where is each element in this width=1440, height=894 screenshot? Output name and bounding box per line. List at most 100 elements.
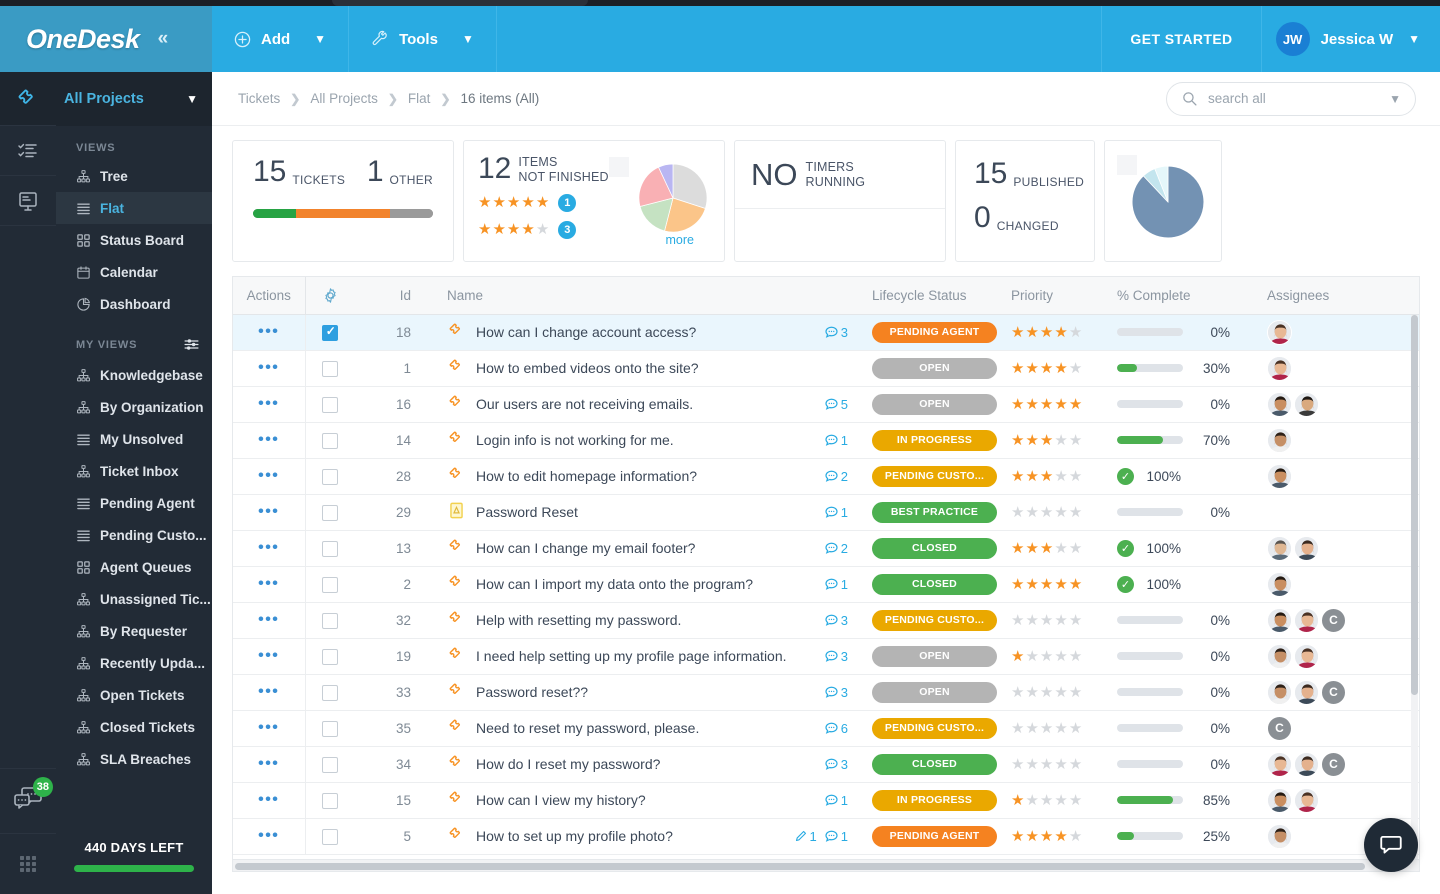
star-icon[interactable]: ★ xyxy=(1040,577,1053,592)
sidebar-item-calendar[interactable]: Calendar xyxy=(56,256,212,288)
column-header-actions[interactable]: Actions xyxy=(233,277,306,315)
sidebar-item-tree[interactable]: Tree xyxy=(56,160,212,192)
star-icon[interactable]: ★ xyxy=(1011,829,1024,844)
sidebar-item-open-tickets[interactable]: Open Tickets xyxy=(56,679,212,711)
comment-count[interactable]: 5 xyxy=(824,397,848,412)
row-checkbox[interactable] xyxy=(322,324,339,341)
breadcrumb-item[interactable]: Flat xyxy=(408,91,431,106)
status-badge[interactable]: CLOSED xyxy=(872,537,997,559)
column-header-priority[interactable]: Priority xyxy=(1001,277,1109,315)
star-icon[interactable]: ★ xyxy=(1011,469,1024,484)
star-icon[interactable]: ★ xyxy=(1054,505,1067,520)
star-icon[interactable]: ★ xyxy=(1069,433,1082,448)
avatar[interactable] xyxy=(1294,787,1319,813)
table-row[interactable]: ••• 15 How can I view my history? 1 IN P… xyxy=(233,782,1419,818)
row-checkbox-cell[interactable] xyxy=(305,350,355,386)
comment-count[interactable]: 2 xyxy=(824,541,848,556)
star-icon[interactable]: ★ xyxy=(1011,541,1024,556)
star-icon[interactable]: ★ xyxy=(1069,541,1082,556)
status-badge[interactable]: CLOSED xyxy=(872,753,997,775)
row-actions-button[interactable]: ••• xyxy=(233,422,306,458)
avatar[interactable] xyxy=(1294,391,1319,417)
star-icon[interactable]: ★ xyxy=(1069,685,1082,700)
star-icon[interactable]: ★ xyxy=(1011,433,1024,448)
project-selector[interactable]: All Projects ▼ xyxy=(56,72,212,126)
comment-count[interactable]: 1 xyxy=(824,793,848,808)
star-icon[interactable]: ★ xyxy=(1025,469,1038,484)
avatar[interactable] xyxy=(1267,643,1292,669)
avatar[interactable] xyxy=(1267,823,1292,849)
row-checkbox[interactable] xyxy=(322,396,339,413)
row-name[interactable]: How can I change account access? xyxy=(476,324,696,340)
star-icon[interactable]: ★ xyxy=(1069,793,1082,808)
avatar[interactable] xyxy=(1267,319,1292,345)
sidebar-item-pending-custo[interactable]: Pending Custo... xyxy=(56,519,212,551)
row-actions-button[interactable]: ••• xyxy=(233,710,306,746)
row-name[interactable]: How can I view my history? xyxy=(476,792,646,808)
priority-stars[interactable]: ★ ★ ★ ★ ★ xyxy=(1011,721,1101,736)
row-actions-button[interactable]: ••• xyxy=(233,674,306,710)
row-name[interactable]: Login info is not working for me. xyxy=(476,432,674,448)
rail-item-tickets[interactable] xyxy=(0,72,56,126)
star-icon[interactable]: ★ xyxy=(1011,793,1024,808)
comment-count[interactable]: 3 xyxy=(824,613,848,628)
chat-support-button[interactable] xyxy=(1364,818,1418,872)
row-name[interactable]: I need help setting up my profile page i… xyxy=(476,648,787,664)
star-icon[interactable]: ★ xyxy=(1011,757,1024,772)
row-actions-button[interactable]: ••• xyxy=(233,566,306,602)
table-vertical-scrollbar[interactable] xyxy=(1411,315,1418,867)
row-actions-button[interactable]: ••• xyxy=(233,494,306,530)
star-icon[interactable]: ★ xyxy=(1011,721,1024,736)
star-icon[interactable]: ★ xyxy=(1040,757,1053,772)
row-checkbox[interactable] xyxy=(322,504,339,521)
row-checkbox[interactable] xyxy=(322,684,339,701)
row-actions-button[interactable]: ••• xyxy=(233,638,306,674)
comment-count[interactable]: 3 xyxy=(824,685,848,700)
status-badge[interactable]: PENDING AGENT xyxy=(872,825,997,847)
star-icon[interactable]: ★ xyxy=(1054,541,1067,556)
comment-count[interactable]: 6 xyxy=(824,721,848,736)
avatar[interactable] xyxy=(1294,679,1319,705)
star-icon[interactable]: ★ xyxy=(1069,829,1082,844)
row-checkbox-cell[interactable] xyxy=(305,422,355,458)
table-row[interactable]: ••• 28 How to edit homepage information?… xyxy=(233,458,1419,494)
star-icon[interactable]: ★ xyxy=(1025,433,1038,448)
table-row[interactable]: ••• 5 How to set up my profile photo? 11… xyxy=(233,818,1419,854)
sidebar-item-by-requester[interactable]: By Requester xyxy=(56,615,212,647)
column-header-select[interactable] xyxy=(305,277,355,315)
star-icon[interactable]: ★ xyxy=(1054,397,1067,412)
row-checkbox[interactable] xyxy=(322,576,339,593)
avatar[interactable] xyxy=(1294,607,1319,633)
avatar[interactable] xyxy=(1267,607,1292,633)
star-icon[interactable]: ★ xyxy=(1069,757,1082,772)
priority-stars[interactable]: ★ ★ ★ ★ ★ xyxy=(1011,649,1101,664)
avatar[interactable]: C xyxy=(1321,679,1346,705)
row-checkbox-cell[interactable] xyxy=(305,530,355,566)
row-checkbox-cell[interactable] xyxy=(305,674,355,710)
breadcrumb-item[interactable]: All Projects xyxy=(310,91,378,106)
star-icon[interactable]: ★ xyxy=(1069,397,1082,412)
priority-stars[interactable]: ★ ★ ★ ★ ★ xyxy=(1011,613,1101,628)
column-header-id[interactable]: Id xyxy=(355,277,425,315)
row-checkbox-cell[interactable] xyxy=(305,746,355,782)
row-checkbox-cell[interactable] xyxy=(305,458,355,494)
table-row[interactable]: ••• 33 Password reset?? 3 OPEN ★ ★ ★ ★ ★ 0% xyxy=(233,674,1419,710)
star-icon[interactable]: ★ xyxy=(1054,577,1067,592)
star-icon[interactable]: ★ xyxy=(1054,721,1067,736)
row-checkbox[interactable] xyxy=(322,540,339,557)
get-started-button[interactable]: GET STARTED xyxy=(1101,6,1261,72)
row-checkbox[interactable] xyxy=(322,648,339,665)
comment-count[interactable]: 2 xyxy=(824,469,848,484)
star-icon[interactable]: ★ xyxy=(1054,757,1067,772)
star-icon[interactable]: ★ xyxy=(1011,397,1024,412)
status-badge[interactable]: PENDING CUSTO... xyxy=(872,465,997,487)
sidebar-item-agent-queues[interactable]: Agent Queues xyxy=(56,551,212,583)
breadcrumb-item[interactable]: Tickets xyxy=(238,91,280,106)
chevron-down-icon[interactable]: ▼ xyxy=(462,32,474,46)
star-icon[interactable]: ★ xyxy=(1025,613,1038,628)
row-checkbox[interactable] xyxy=(322,612,339,629)
comment-count[interactable]: 3 xyxy=(824,325,848,340)
table-row[interactable]: ••• 14 Login info is not working for me.… xyxy=(233,422,1419,458)
status-badge[interactable]: IN PROGRESS xyxy=(872,789,997,811)
priority-stars[interactable]: ★ ★ ★ ★ ★ xyxy=(1011,541,1101,556)
